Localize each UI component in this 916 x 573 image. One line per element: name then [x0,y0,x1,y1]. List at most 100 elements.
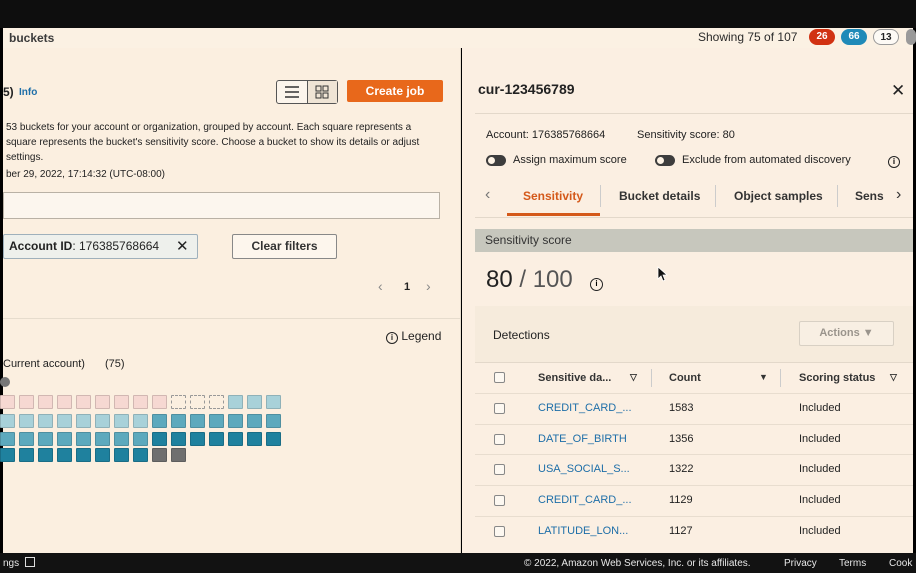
col-count[interactable]: Count [669,372,701,384]
row-name[interactable]: LATITUDE_LON... [538,525,628,537]
exclude-discovery-toggle[interactable] [655,155,675,166]
row-checkbox[interactable] [494,526,505,537]
privacy-link[interactable]: Privacy [784,558,817,569]
bucket-square[interactable] [190,432,205,446]
tab-object-samples[interactable]: Object samples [734,189,823,203]
bucket-square[interactable] [57,395,72,409]
tabs-next-icon[interactable]: › [892,186,906,204]
bucket-square[interactable] [95,432,110,446]
bucket-square[interactable] [76,395,91,409]
bucket-square[interactable] [266,432,281,446]
sort-active-icon[interactable]: ▼ [759,372,768,382]
bucket-square[interactable] [76,432,91,446]
row-name[interactable]: CREDIT_CARD_... [538,402,632,414]
filter-search-input[interactable] [3,192,440,219]
info-link[interactable]: Info [19,87,37,98]
bucket-square[interactable] [228,414,243,428]
col-scoring-status[interactable]: Scoring status [799,372,875,384]
bucket-square[interactable] [0,448,15,462]
row-name[interactable]: USA_SOCIAL_S... [538,463,630,475]
row-checkbox[interactable] [494,464,505,475]
tab-sensitive-data[interactable]: Sens [855,189,884,203]
bucket-square[interactable] [190,414,205,428]
bucket-square[interactable] [0,395,15,409]
info-circle-icon[interactable]: i [590,278,603,291]
bucket-square[interactable] [133,448,148,462]
footer-settings-link[interactable]: ngs [3,557,35,569]
bucket-square[interactable] [171,448,186,462]
close-icon[interactable]: ✕ [891,81,905,101]
sort-down-icon[interactable]: ▽ [630,372,637,383]
bucket-square[interactable] [171,432,186,446]
next-page-icon[interactable]: › [426,278,431,294]
bucket-square[interactable] [266,395,281,409]
bucket-square[interactable] [209,432,224,446]
view-toggle[interactable] [276,80,338,104]
sort-down-icon[interactable]: ▽ [890,372,897,383]
bucket-square[interactable] [38,448,53,462]
bucket-square[interactable] [247,395,262,409]
actions-dropdown[interactable]: Actions ▼ [799,321,894,346]
bucket-square[interactable] [190,395,205,409]
bucket-square[interactable] [19,448,34,462]
badge-low[interactable]: 13 [873,29,899,45]
collapse-dot-icon[interactable] [0,377,10,387]
cookie-link[interactable]: Cook [889,558,912,569]
bucket-square[interactable] [114,432,129,446]
row-checkbox[interactable] [494,495,505,506]
col-sensitive-data[interactable]: Sensitive da... [538,372,611,384]
bucket-square[interactable] [38,432,53,446]
bucket-square[interactable] [152,395,167,409]
bucket-square[interactable] [152,448,167,462]
tab-sensitivity[interactable]: Sensitivity [523,189,583,203]
bucket-square[interactable] [19,432,34,446]
info-circle-icon[interactable]: i [888,156,900,168]
tabs-prev-icon[interactable]: ‹ [485,186,490,204]
bucket-square[interactable] [57,432,72,446]
bucket-square[interactable] [171,395,186,409]
remove-filter-icon[interactable]: ✕ [176,235,189,258]
bucket-square[interactable] [152,414,167,428]
row-name[interactable]: DATE_OF_BIRTH [538,433,627,445]
bucket-square[interactable] [95,448,110,462]
row-checkbox[interactable] [494,434,505,445]
bucket-square[interactable] [152,432,167,446]
bucket-square[interactable] [95,414,110,428]
badge-medium[interactable]: 66 [841,29,867,45]
legend-button[interactable]: i Legend [386,329,441,344]
clear-filters-button[interactable]: Clear filters [232,234,337,259]
bucket-square[interactable] [266,414,281,428]
terms-link[interactable]: Terms [839,558,866,569]
assign-max-score-toggle[interactable] [486,155,506,166]
bucket-square[interactable] [76,448,91,462]
row-checkbox[interactable] [494,403,505,414]
row-name[interactable]: CREDIT_CARD_... [538,494,632,506]
bucket-square[interactable] [247,432,262,446]
table-row[interactable]: LATITUDE_LON... 1127 Included [475,516,913,546]
bucket-square[interactable] [209,395,224,409]
select-all-checkbox[interactable] [494,372,505,383]
bucket-square[interactable] [133,432,148,446]
prev-page-icon[interactable]: ‹ [378,278,383,294]
bucket-square[interactable] [228,395,243,409]
bucket-square[interactable] [114,395,129,409]
tab-bucket-details[interactable]: Bucket details [619,189,700,203]
bucket-square[interactable] [228,432,243,446]
bucket-square[interactable] [76,414,91,428]
bucket-square[interactable] [247,414,262,428]
bucket-square[interactable] [57,414,72,428]
table-row[interactable]: USA_SOCIAL_S... 1322 Included [475,454,913,484]
bucket-square[interactable] [209,414,224,428]
bucket-square[interactable] [114,448,129,462]
table-row[interactable]: CREDIT_CARD_... 1583 Included [475,393,913,423]
bucket-square[interactable] [133,395,148,409]
bucket-square[interactable] [95,395,110,409]
bucket-square[interactable] [171,414,186,428]
create-job-button[interactable]: Create job [347,80,443,102]
bucket-square[interactable] [38,414,53,428]
bucket-square[interactable] [19,414,34,428]
badge-high[interactable]: 26 [809,29,835,45]
table-row[interactable]: CREDIT_CARD_... 1129 Included [475,485,913,515]
badge-unknown[interactable] [906,29,916,45]
bucket-square[interactable] [38,395,53,409]
